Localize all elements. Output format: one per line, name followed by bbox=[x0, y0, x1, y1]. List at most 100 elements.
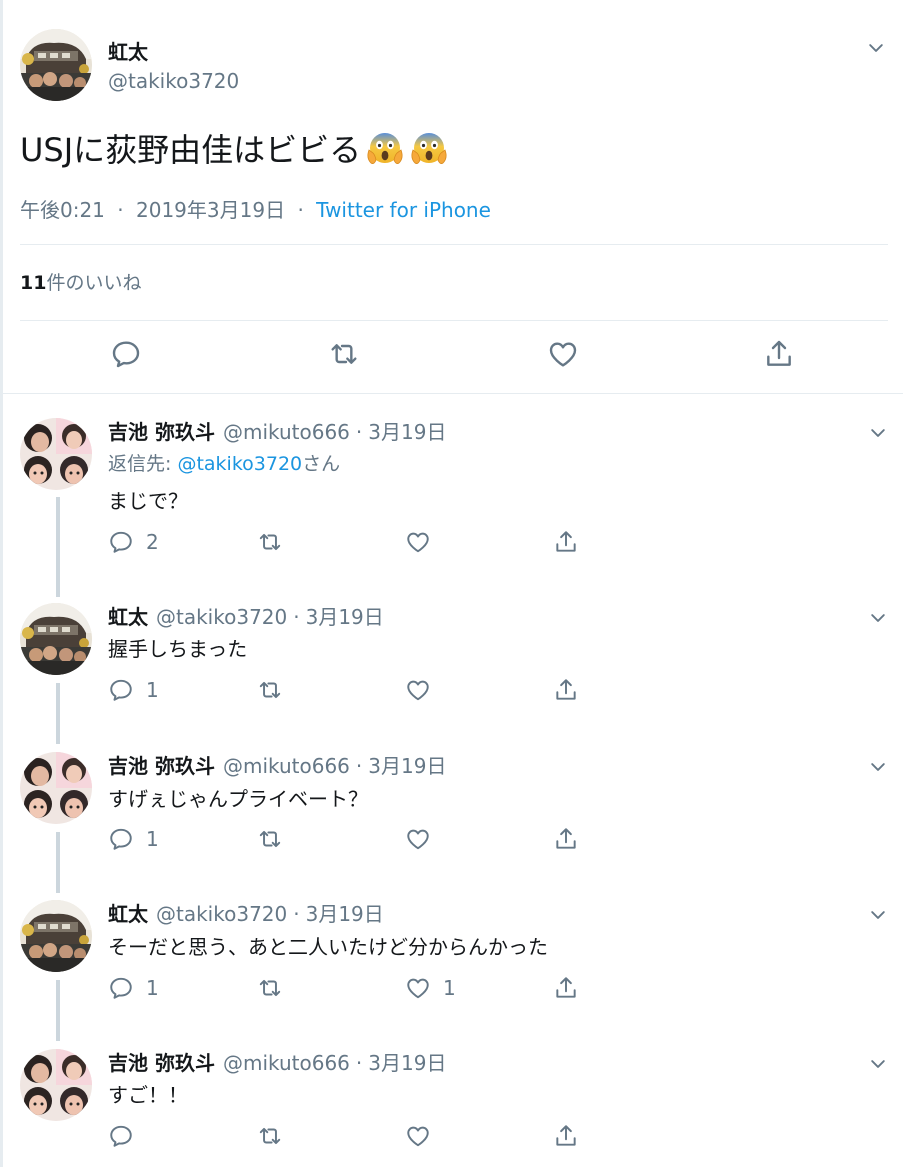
avatar[interactable] bbox=[20, 752, 92, 824]
chevron-down-icon[interactable] bbox=[868, 905, 888, 925]
share-button[interactable] bbox=[553, 826, 579, 852]
retweet-button[interactable] bbox=[257, 677, 295, 703]
share-icon bbox=[553, 1123, 579, 1149]
divider bbox=[20, 320, 888, 321]
retweet-button[interactable] bbox=[328, 338, 360, 370]
author-handle[interactable]: @mikuto666 bbox=[223, 420, 350, 444]
likes-count[interactable]: 11件のいいね bbox=[20, 268, 141, 295]
share-button[interactable] bbox=[553, 975, 579, 1001]
reply-button[interactable]: 1 bbox=[108, 826, 159, 852]
tweet-date[interactable]: 3月19日 bbox=[368, 420, 446, 444]
separator: · bbox=[293, 902, 300, 926]
chevron-down-icon[interactable] bbox=[868, 757, 888, 777]
share-icon bbox=[553, 975, 579, 1001]
separator: · bbox=[355, 754, 363, 778]
tweet-date[interactable]: 3月19日 bbox=[306, 902, 384, 926]
author-name[interactable]: 吉池 弥玖斗 bbox=[108, 420, 215, 444]
author-name[interactable]: 虹太 bbox=[108, 605, 148, 629]
reply-button[interactable]: 2 bbox=[108, 529, 159, 555]
retweet-button[interactable] bbox=[257, 826, 295, 852]
tweet-text: すげぇじゃんプライベート？ bbox=[108, 787, 368, 811]
avatar[interactable] bbox=[20, 1049, 92, 1121]
share-button[interactable] bbox=[553, 677, 579, 703]
share-button[interactable] bbox=[763, 338, 795, 370]
retweet-button[interactable] bbox=[257, 975, 295, 1001]
avatar[interactable] bbox=[20, 418, 92, 490]
tweet-source-link[interactable]: Twitter for iPhone bbox=[316, 198, 491, 222]
retweet-icon bbox=[328, 338, 360, 370]
reply-icon bbox=[108, 529, 134, 555]
avatar[interactable] bbox=[20, 603, 92, 675]
reply-tweet[interactable]: 吉池 弥玖斗 @mikuto666 · 3月19日 すげぇじゃんプライベート？ 1 bbox=[20, 730, 890, 878]
like-button[interactable] bbox=[405, 1123, 443, 1149]
retweet-icon bbox=[257, 1123, 283, 1149]
reply-header: 虹太 @takiko3720 · 3月19日 bbox=[108, 601, 384, 630]
tweet-date[interactable]: 3月19日 bbox=[368, 754, 446, 778]
reply-button[interactable]: 1 bbox=[108, 975, 159, 1001]
author-name[interactable]: 吉池 弥玖斗 bbox=[108, 754, 215, 778]
like-button[interactable]: 1 bbox=[405, 975, 456, 1001]
reply-button[interactable] bbox=[110, 338, 142, 370]
tweet-actions bbox=[108, 1123, 668, 1153]
avatar[interactable] bbox=[20, 29, 92, 101]
tweet-text: まじで？ bbox=[108, 489, 188, 513]
separator: · bbox=[293, 605, 300, 629]
author-handle[interactable]: @mikuto666 bbox=[223, 1051, 350, 1075]
author-handle[interactable]: @mikuto666 bbox=[223, 754, 350, 778]
replying-to: 返信先: @takiko3720さん bbox=[108, 449, 340, 476]
left-edge-border bbox=[0, 0, 3, 1167]
separator: · bbox=[355, 1051, 363, 1075]
chevron-down-icon[interactable] bbox=[868, 1054, 888, 1074]
like-button[interactable] bbox=[405, 826, 443, 852]
retweet-button[interactable] bbox=[257, 529, 295, 555]
likes-label: 件のいいね bbox=[46, 272, 142, 294]
like-button[interactable] bbox=[405, 529, 443, 555]
reply-button[interactable] bbox=[108, 1123, 146, 1149]
tweet-actions bbox=[20, 338, 888, 378]
tweet-date[interactable]: 3月19日 bbox=[368, 1051, 446, 1075]
author-handle[interactable]: @takiko3720 bbox=[108, 69, 239, 93]
separator: · bbox=[297, 198, 304, 222]
author-name[interactable]: 吉池 弥玖斗 bbox=[108, 1051, 215, 1075]
like-button[interactable] bbox=[547, 338, 579, 370]
like-button[interactable] bbox=[405, 677, 443, 703]
reply-count: 1 bbox=[146, 678, 159, 702]
like-icon bbox=[405, 677, 431, 703]
face-screaming-in-fear-icon bbox=[365, 128, 405, 168]
divider bbox=[0, 393, 903, 394]
reply-header: 吉池 弥玖斗 @mikuto666 · 3月19日 bbox=[108, 416, 446, 445]
share-icon bbox=[553, 529, 579, 555]
chevron-down-icon[interactable] bbox=[868, 423, 888, 443]
share-button[interactable] bbox=[553, 1123, 579, 1149]
like-icon bbox=[405, 1123, 431, 1149]
tweet-actions: 2 bbox=[108, 529, 668, 559]
author-handle[interactable]: @takiko3720 bbox=[156, 902, 287, 926]
tweet-text: 握手しちまった bbox=[108, 637, 248, 661]
share-icon bbox=[553, 826, 579, 852]
reply-button[interactable]: 1 bbox=[108, 677, 159, 703]
tweet-date[interactable]: 3月19日 bbox=[306, 605, 384, 629]
tweet-text-body: USJに荻野由佳はビビる bbox=[20, 131, 362, 169]
share-button[interactable] bbox=[553, 529, 579, 555]
reply-tweet[interactable]: 虹太 @takiko3720 · 3月19日 握手しちまった 1 bbox=[20, 581, 890, 729]
reply-icon bbox=[108, 975, 134, 1001]
avatar[interactable] bbox=[20, 900, 92, 972]
tweet-actions: 1 bbox=[108, 826, 668, 856]
chevron-down-icon[interactable] bbox=[866, 38, 886, 58]
reply-tweet[interactable]: 虹太 @takiko3720 · 3月19日 そーだと思う、あと二人いたけど分からんか… bbox=[20, 878, 890, 1026]
tweet-time[interactable]: 午後0:21 bbox=[20, 198, 105, 222]
separator: · bbox=[355, 420, 363, 444]
author-name[interactable]: 虹太 bbox=[108, 902, 148, 926]
reply-header: 吉池 弥玖斗 @mikuto666 · 3月19日 bbox=[108, 1047, 446, 1076]
main-tweet: 虹太 @takiko3720 USJに荻野由佳はビビる 午後0:21 · 201… bbox=[20, 0, 890, 395]
chevron-down-icon[interactable] bbox=[868, 608, 888, 628]
tweet-date[interactable]: 2019年3月19日 bbox=[136, 198, 285, 222]
retweet-icon bbox=[257, 975, 283, 1001]
reply-tweet[interactable]: 吉池 弥玖斗 @mikuto666 · 3月19日 すご！！ bbox=[20, 1027, 890, 1167]
author-name[interactable]: 虹太 bbox=[108, 36, 148, 65]
retweet-button[interactable] bbox=[257, 1123, 295, 1149]
replying-to-handle[interactable]: @takiko3720 bbox=[177, 453, 302, 475]
author-handle[interactable]: @takiko3720 bbox=[156, 605, 287, 629]
replying-to-suffix: さん bbox=[302, 453, 341, 475]
reply-tweet[interactable]: 吉池 弥玖斗 @mikuto666 · 3月19日 返信先: @takiko3720さ… bbox=[20, 396, 890, 573]
